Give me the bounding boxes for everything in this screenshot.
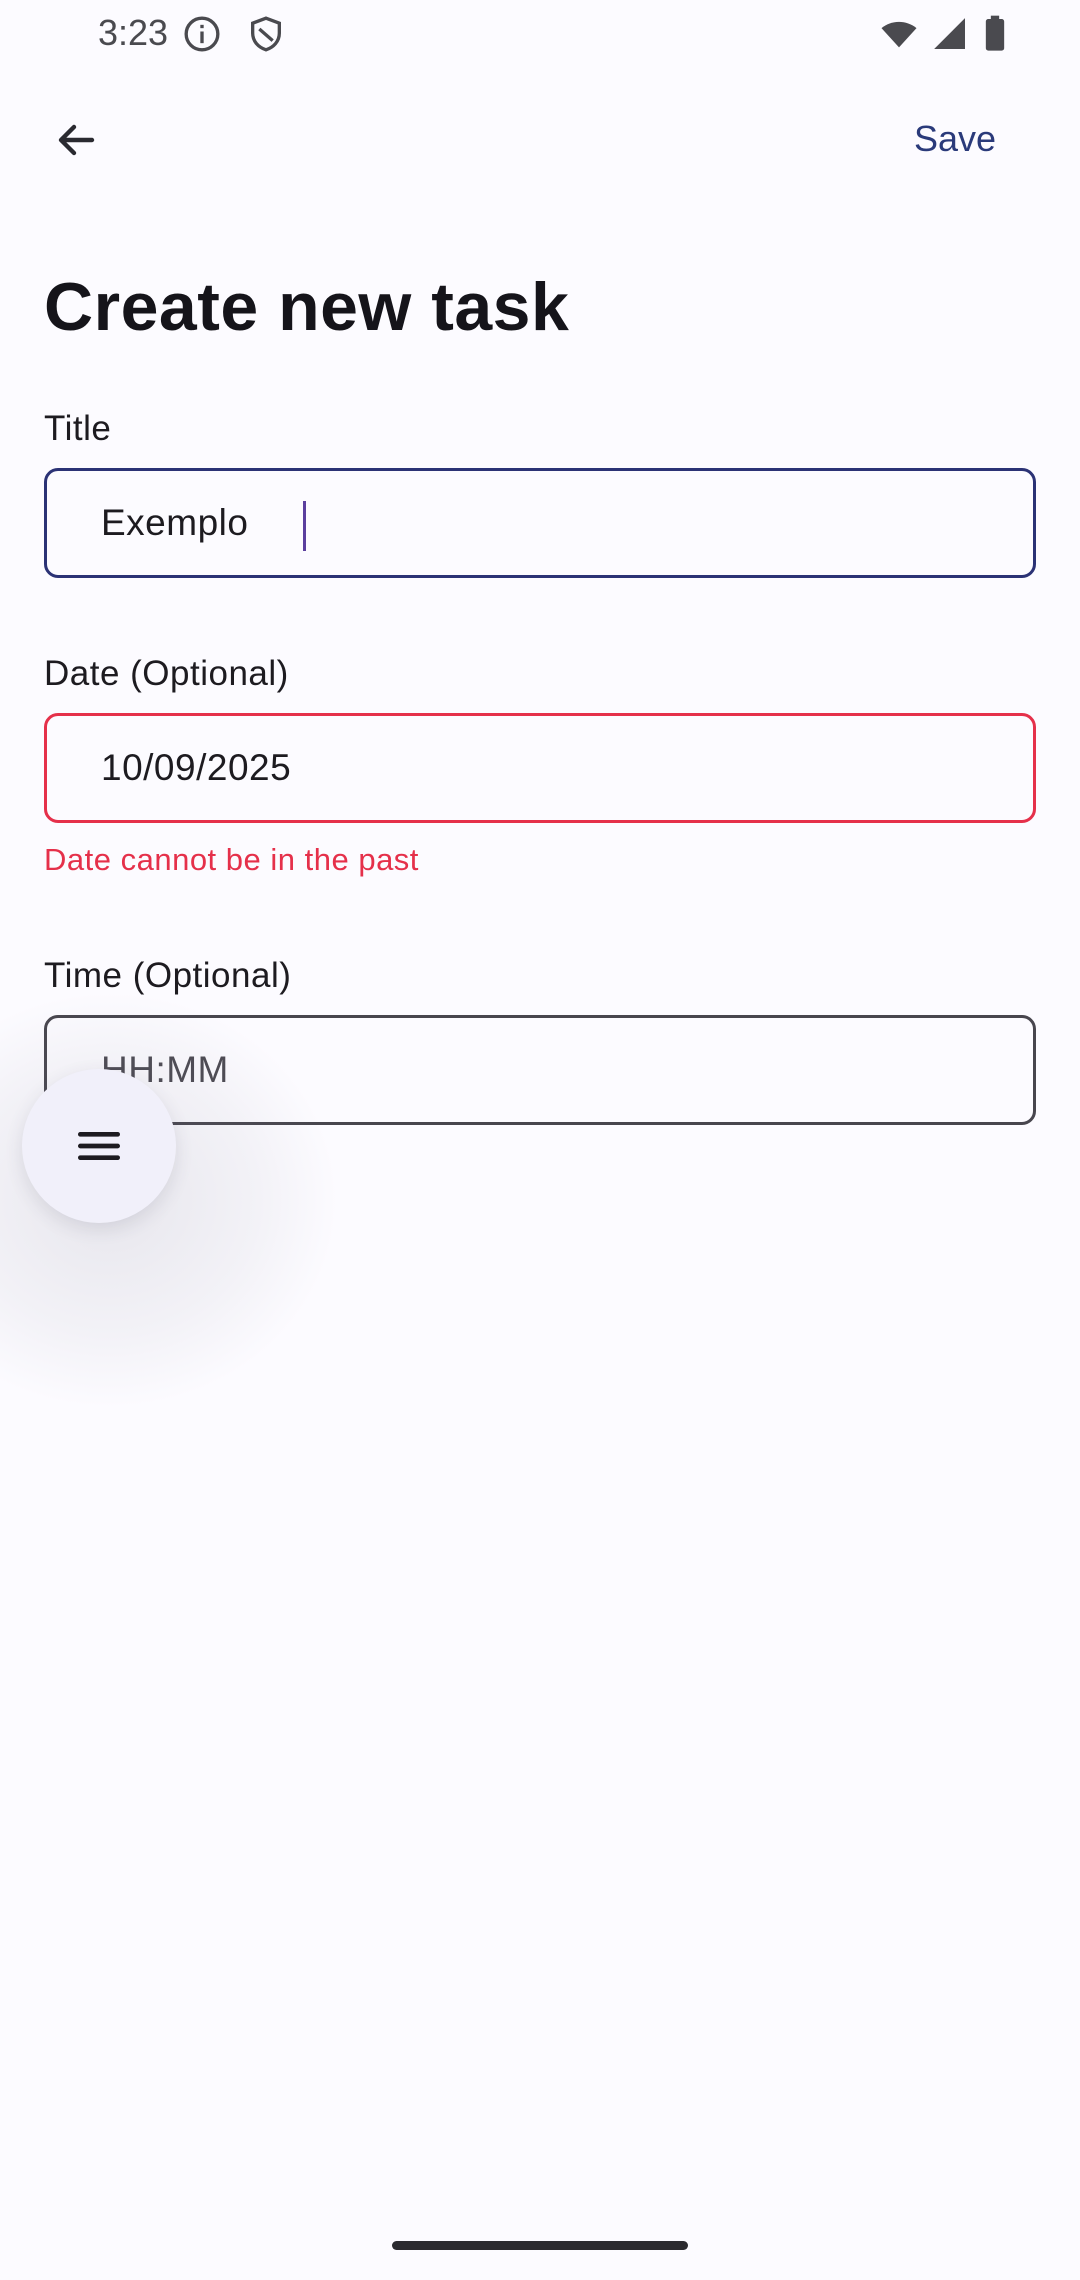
date-input[interactable]: [101, 716, 981, 820]
status-time: 3:23: [98, 12, 169, 53]
time-label: Time (Optional): [44, 956, 292, 995]
time-input[interactable]: [101, 1018, 981, 1122]
menu-icon: [78, 1132, 120, 1160]
text-cursor: [303, 501, 306, 551]
back-button[interactable]: [36, 100, 116, 180]
menu-fab-button[interactable]: [22, 1069, 176, 1223]
title-input[interactable]: [101, 471, 981, 575]
title-field[interactable]: [44, 468, 1036, 578]
page-title: Create new task: [44, 269, 570, 345]
screen: 3:23 Save Create new task Title Exemplo …: [0, 0, 1080, 2280]
status-bar: 3:23: [0, 0, 1080, 68]
shield-icon: [246, 14, 286, 54]
info-icon: [182, 14, 222, 54]
title-label: Title: [44, 409, 112, 448]
gesture-nav-bar[interactable]: [392, 2241, 688, 2250]
battery-icon: [980, 14, 1010, 54]
arrow-back-icon: [58, 124, 95, 156]
date-error-text: Date cannot be in the past: [44, 842, 419, 877]
time-field[interactable]: [44, 1015, 1036, 1125]
signal-icon: [930, 14, 970, 54]
date-label: Date (Optional): [44, 654, 289, 693]
save-button[interactable]: Save: [914, 118, 996, 160]
wifi-icon: [876, 14, 922, 54]
date-field[interactable]: [44, 713, 1036, 823]
app-bar: Save: [0, 96, 1080, 192]
